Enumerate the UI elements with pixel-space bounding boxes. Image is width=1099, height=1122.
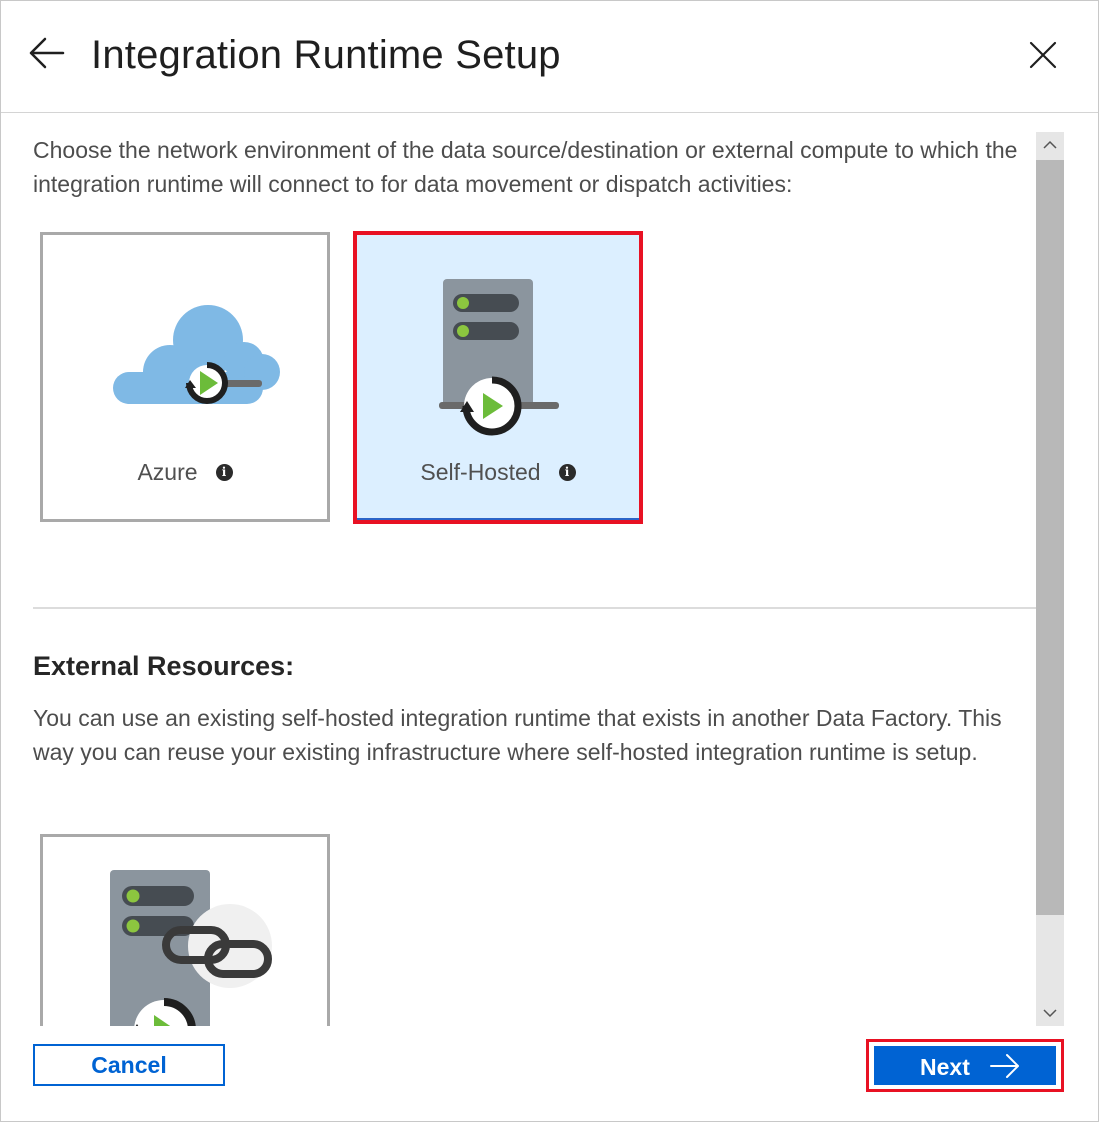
intro-text: Choose the network environment of the da… [33, 137, 1018, 197]
info-icon[interactable]: i [215, 464, 233, 481]
linked-server-icon [110, 870, 272, 1026]
dialog-header: Integration Runtime Setup [1, 1, 1098, 113]
next-button-highlight: Next [866, 1039, 1064, 1092]
dialog-content: Choose the network environment of the da… [1, 114, 1036, 1026]
scrollbar-thumb[interactable] [1036, 160, 1064, 915]
azure-label: Azure i [43, 459, 327, 486]
next-button[interactable]: Next [874, 1046, 1056, 1085]
selected-indicator [357, 518, 639, 520]
section-divider [33, 607, 1036, 609]
integration-runtime-dialog: Integration Runtime Setup Choose the net… [0, 0, 1099, 1122]
close-icon[interactable] [1023, 35, 1063, 75]
scroll-down-icon[interactable] [1036, 1000, 1064, 1026]
self-hosted-label: Self-Hosted i [357, 459, 639, 486]
linked-self-hosted-tile[interactable] [40, 834, 330, 1026]
azure-cloud-icon [113, 305, 280, 404]
server-icon [439, 279, 559, 436]
vertical-scrollbar[interactable] [1036, 132, 1064, 1026]
arrow-right-icon [990, 1054, 1019, 1078]
external-resources-heading: External Resources: [33, 651, 295, 681]
azure-option-tile[interactable]: Azure i [40, 232, 330, 522]
external-resources-description: You can use an existing self-hosted inte… [33, 705, 1002, 765]
dialog-title: Integration Runtime Setup [91, 33, 561, 77]
back-arrow-icon[interactable] [27, 35, 71, 75]
next-button-label: Next [920, 1054, 970, 1080]
scroll-up-icon[interactable] [1036, 132, 1064, 158]
self-hosted-option-tile[interactable]: Self-Hosted i [353, 231, 643, 524]
cancel-button[interactable]: Cancel [33, 1044, 225, 1086]
info-icon[interactable]: i [558, 464, 576, 481]
